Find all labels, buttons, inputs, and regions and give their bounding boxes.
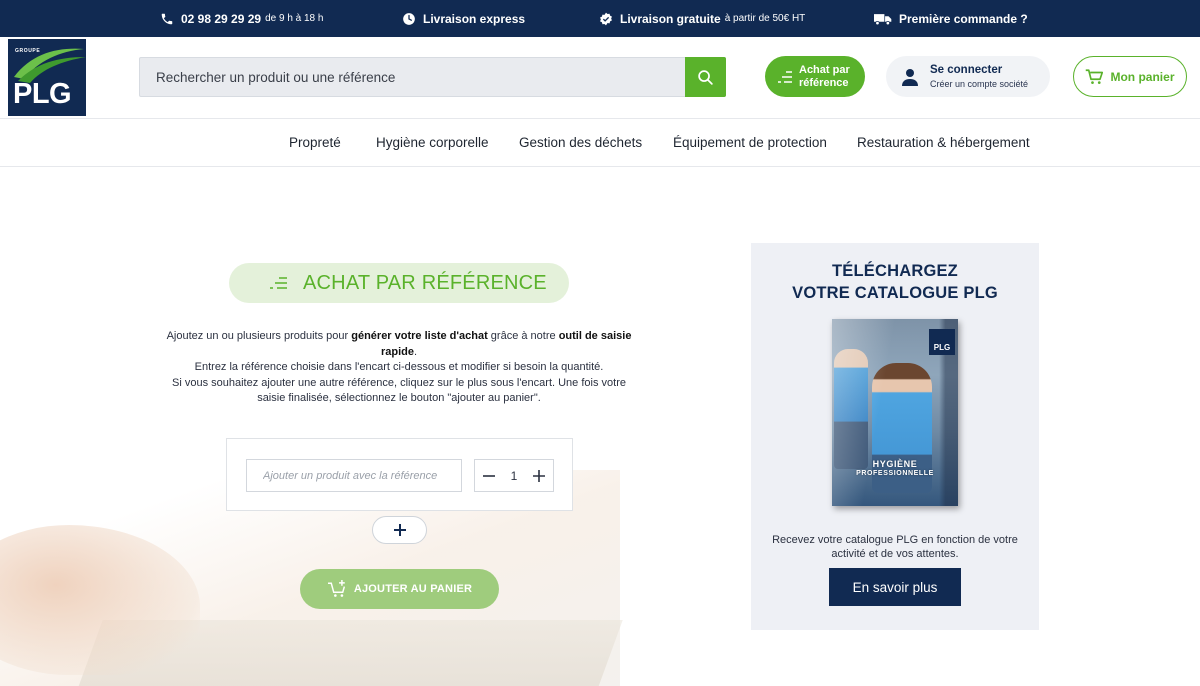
search-button[interactable]	[685, 57, 726, 97]
catalogue-title-line-2: VOTRE CATALOGUE PLG	[792, 284, 998, 302]
express-delivery-label: Livraison express	[423, 11, 526, 26]
user-icon	[902, 68, 918, 86]
page-title: ACHAT PAR RÉFÉRENCE	[229, 263, 569, 303]
reference-input[interactable]	[246, 459, 462, 492]
intro-line-2: Entrez la référence choisie dans l'encar…	[194, 361, 604, 373]
badge-check-icon	[600, 12, 612, 25]
search-icon	[698, 69, 713, 85]
phone-hours: de 9 h à 18 h	[265, 13, 324, 24]
phone-number: 02 98 29 29 29	[181, 11, 262, 26]
nav-item-equipement-protection[interactable]: Équipement de protection	[673, 135, 827, 150]
cover-title-line-2: PROFESSIONNELLE	[856, 470, 934, 477]
intro-text-part: grâce à notre	[487, 330, 559, 342]
cart-add-icon	[327, 580, 345, 597]
cart-button[interactable]: Mon panier	[1073, 56, 1187, 97]
catalogue-title-line-1: TÉLÉCHARGEZ	[832, 262, 958, 280]
first-order-info[interactable]: Première commande ?	[874, 0, 1028, 37]
intro-text: Ajoutez un ou plusieurs produits pour gé…	[150, 329, 648, 407]
increase-quantity-button[interactable]	[532, 469, 546, 483]
cart-label: Mon panier	[1110, 69, 1175, 84]
intro-text-part: Ajoutez un ou plusieurs produits pour	[166, 330, 352, 342]
login-title: Se connecter	[930, 64, 1003, 76]
learn-more-button[interactable]: En savoir plus	[829, 568, 961, 606]
free-delivery-label: Livraison gratuite	[620, 11, 721, 26]
nav-item-hygiene-corporelle[interactable]: Hygiène corporelle	[376, 135, 489, 150]
catalogue-panel: TÉLÉCHARGEZ VOTRE CATALOGUE PLG PLG HYGI…	[751, 243, 1039, 630]
intro-line-1: Ajoutez un ou plusieurs produits pour gé…	[150, 329, 648, 360]
logo-plg-text: PLG	[13, 78, 72, 110]
intro-line-3: Si vous souhaitez ajouter une autre réfé…	[172, 376, 626, 405]
order-by-reference-label: Achat par référence	[799, 63, 850, 89]
nav-item-proprete[interactable]: Propreté	[289, 135, 341, 150]
search-input[interactable]	[140, 58, 680, 96]
express-delivery-info[interactable]: Livraison express	[402, 0, 525, 37]
free-delivery-note: à partir de 50€ HT	[724, 13, 806, 24]
intro-text-part: .	[413, 345, 418, 358]
catalogue-title: TÉLÉCHARGEZ VOTRE CATALOGUE PLG	[751, 260, 1039, 304]
first-order-label: Première commande ?	[899, 11, 1028, 26]
login-button[interactable]: Se connecter Créer un compte société	[886, 56, 1050, 97]
add-to-cart-button[interactable]: AJOUTER AU PANIER	[300, 569, 499, 609]
decrease-quantity-button[interactable]	[482, 469, 496, 483]
site-header: GROUPE PLG Achat par référence Se connec…	[0, 37, 1200, 119]
main-navigation: Propreté Hygiène corporelle Gestion des …	[0, 119, 1200, 167]
free-delivery-info[interactable]: Livraison gratuite à partir de 50€ HT	[599, 0, 805, 37]
list-icon	[778, 70, 792, 83]
phone-info[interactable]: 02 98 29 29 29 de 9 h à 18 h	[160, 0, 323, 37]
intro-strong-part: générer votre liste d'achat	[351, 330, 488, 342]
phone-icon	[161, 13, 173, 24]
top-info-bar: 02 98 29 29 29 de 9 h à 18 h Livraison e…	[0, 0, 1200, 37]
list-icon	[270, 277, 287, 289]
cart-icon	[1086, 68, 1104, 84]
quantity-value[interactable]: 1	[511, 469, 518, 483]
plus-icon	[393, 524, 406, 536]
cover-logo: PLG	[929, 329, 955, 355]
create-account-link[interactable]: Créer un compte société	[930, 79, 1028, 89]
add-to-cart-label: AJOUTER AU PANIER	[353, 583, 473, 595]
catalogue-description: Recevez votre catalogue PLG en fonction …	[772, 534, 1018, 560]
search-bar	[139, 57, 726, 97]
page-title-text: ACHAT PAR RÉFÉRENCE	[303, 271, 547, 294]
cover-title: HYGIÈNE PROFESSIONNELLE	[832, 459, 958, 479]
quantity-stepper: 1	[474, 459, 554, 492]
reference-entry-box: 1	[226, 438, 573, 511]
nav-item-gestion-dechets[interactable]: Gestion des déchets	[519, 135, 642, 150]
order-by-reference-button[interactable]: Achat par référence	[765, 56, 865, 97]
nav-item-restauration[interactable]: Restauration & hébergement	[857, 135, 1030, 150]
truck-icon	[874, 13, 892, 25]
catalogue-cover-image[interactable]: PLG HYGIÈNE PROFESSIONNELLE	[832, 319, 958, 506]
clock-icon	[403, 12, 415, 25]
cover-title-line-1: HYGIÈNE	[872, 459, 918, 469]
plg-logo[interactable]: GROUPE PLG	[8, 39, 86, 116]
plus-icon	[533, 469, 545, 482]
minus-icon	[483, 474, 495, 477]
logo-swoosh-icon	[14, 48, 86, 83]
add-reference-row-button[interactable]	[372, 516, 427, 544]
